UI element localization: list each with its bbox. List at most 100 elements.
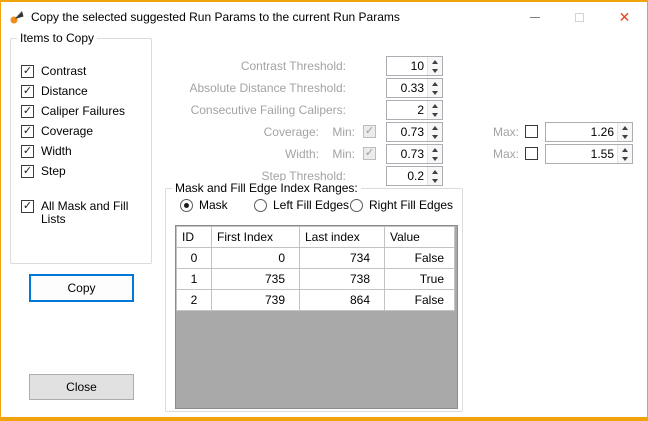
spin-down-button[interactable]	[428, 110, 442, 119]
spin-down-button[interactable]	[618, 154, 632, 163]
spin-value[interactable]: 10	[387, 57, 427, 75]
spin-up-button[interactable]	[428, 123, 442, 132]
spin-up-button[interactable]	[428, 57, 442, 66]
close-window-button[interactable]: ✕	[602, 2, 647, 32]
spin-up-button[interactable]	[428, 79, 442, 88]
spin-down-button[interactable]	[618, 132, 632, 141]
radio-left-fill-edges[interactable]: Left Fill Edges	[254, 197, 349, 213]
column-header-id[interactable]: ID	[176, 226, 212, 248]
copy-button[interactable]: Copy	[29, 274, 134, 302]
radio-right-fill-edges[interactable]: Right Fill Edges	[350, 197, 453, 213]
spin-down-button[interactable]	[428, 88, 442, 97]
grid-cell[interactable]: 864	[299, 289, 385, 311]
param-row-contrast-threshold: Contrast Threshold: 10	[161, 56, 641, 76]
spin-value[interactable]: 0.73	[387, 123, 427, 141]
grid-cell[interactable]: 734	[299, 247, 385, 269]
checkbox-label: Caliper Failures	[41, 104, 126, 118]
numeric-updown[interactable]: 0.33	[386, 78, 443, 98]
close-button[interactable]: Close	[29, 374, 134, 400]
down-arrow-icon	[432, 178, 438, 183]
grid-cell[interactable]: 1	[176, 268, 212, 290]
checkbox-item-distance[interactable]: ✓ Distance	[21, 85, 145, 98]
down-arrow-icon	[432, 90, 438, 95]
column-header-first-index[interactable]: First Index	[211, 226, 300, 248]
checkbox-item-contrast[interactable]: ✓ Contrast	[21, 65, 145, 78]
down-arrow-icon	[432, 134, 438, 139]
spin-up-button[interactable]	[428, 145, 442, 154]
spin-value[interactable]: 1.26	[546, 123, 617, 141]
param-label: Absolute Distance Threshold:	[189, 81, 346, 95]
spin-value[interactable]: 0.33	[387, 79, 427, 97]
grid-row-2[interactable]: 2 739 864 False	[176, 289, 455, 311]
checkbox-icon[interactable]: ✓	[21, 125, 34, 138]
column-header-value[interactable]: Value	[384, 226, 455, 248]
checkbox-icon[interactable]: ✓	[21, 145, 34, 158]
checkbox-item-caliper-failures[interactable]: ✓ Caliper Failures	[21, 105, 145, 118]
spin-value[interactable]: 1.55	[546, 145, 617, 163]
numeric-updown[interactable]: 1.26	[545, 122, 633, 142]
window-title: Copy the selected suggested Run Params t…	[31, 10, 400, 24]
checkbox-icon[interactable]: ✓	[21, 105, 34, 118]
spin-value[interactable]: 0.73	[387, 145, 427, 163]
up-arrow-icon	[622, 147, 628, 152]
up-arrow-icon	[432, 59, 438, 64]
check-icon: ✓	[22, 145, 33, 157]
checkbox-label: Distance	[41, 84, 88, 98]
checkbox-item-all-mask-and-fill-lists[interactable]: ✓ All Mask and Fill Lists	[21, 200, 145, 226]
spin-up-button[interactable]	[428, 101, 442, 110]
grid-cell[interactable]: 0	[176, 247, 212, 269]
radio-mask[interactable]: Mask	[180, 197, 228, 213]
checkbox-item-coverage[interactable]: ✓ Coverage	[21, 125, 145, 138]
grid-cell[interactable]: False	[384, 289, 455, 311]
numeric-updown[interactable]: 2	[386, 100, 443, 120]
numeric-updown[interactable]: 1.55	[545, 144, 633, 164]
grid-cell[interactable]: True	[384, 268, 455, 290]
param-row-coverage: Coverage: Min: ✓ 0.73 Max: 1.26	[161, 122, 641, 142]
checkbox-item-step[interactable]: ✓ Step	[21, 165, 145, 178]
spin-buttons	[427, 167, 442, 185]
numeric-updown[interactable]: 0.73	[386, 122, 443, 142]
grid-cell[interactable]: 735	[211, 268, 300, 290]
checkbox-label: Contrast	[41, 64, 87, 78]
numeric-updown[interactable]: 10	[386, 56, 443, 76]
max-checkbox[interactable]	[525, 125, 538, 138]
checkbox-icon[interactable]: ✓	[21, 65, 34, 78]
numeric-updown[interactable]: 0.2	[386, 166, 443, 186]
grid-cell[interactable]: 739	[211, 289, 300, 311]
param-row-absolute-distance-threshold: Absolute Distance Threshold: 0.33	[161, 78, 641, 98]
check-icon: ✓	[22, 65, 33, 77]
spin-buttons	[427, 79, 442, 97]
grid-row-1[interactable]: 1 735 738 True	[176, 268, 455, 290]
numeric-updown[interactable]: 0.73	[386, 144, 443, 164]
up-arrow-icon	[432, 147, 438, 152]
max-label: Max:	[492, 147, 519, 161]
radio-icon	[254, 198, 267, 212]
minimize-button[interactable]	[512, 2, 557, 32]
checkbox-icon[interactable]: ✓	[21, 200, 34, 213]
grid-cell[interactable]: 2	[176, 289, 212, 311]
min-checkbox: ✓	[363, 125, 376, 138]
spin-down-button[interactable]	[428, 154, 442, 163]
param-label: Coverage:	[263, 125, 319, 139]
spin-down-button[interactable]	[428, 132, 442, 141]
maximize-button	[557, 2, 602, 32]
spin-up-button[interactable]	[618, 123, 632, 132]
grid-cell[interactable]: 0	[211, 247, 300, 269]
spin-buttons	[427, 145, 442, 163]
checkbox-icon[interactable]: ✓	[21, 85, 34, 98]
grid-cell[interactable]: False	[384, 247, 455, 269]
checkbox-item-width[interactable]: ✓ Width	[21, 145, 145, 158]
param-label: Contrast Threshold:	[240, 59, 346, 73]
spin-down-button[interactable]	[428, 176, 442, 185]
grid-cell[interactable]: 738	[299, 268, 385, 290]
column-header-last-index[interactable]: Last index	[299, 226, 385, 248]
spin-up-button[interactable]	[618, 145, 632, 154]
checkbox-icon[interactable]: ✓	[21, 165, 34, 178]
max-checkbox[interactable]	[525, 147, 538, 160]
spin-down-button[interactable]	[428, 66, 442, 75]
spin-up-button[interactable]	[428, 167, 442, 176]
grid-row-0[interactable]: 0 0 734 False	[176, 247, 455, 269]
spin-value[interactable]: 2	[387, 101, 427, 119]
spin-value[interactable]: 0.2	[387, 167, 427, 185]
check-icon: ✓	[364, 147, 375, 159]
